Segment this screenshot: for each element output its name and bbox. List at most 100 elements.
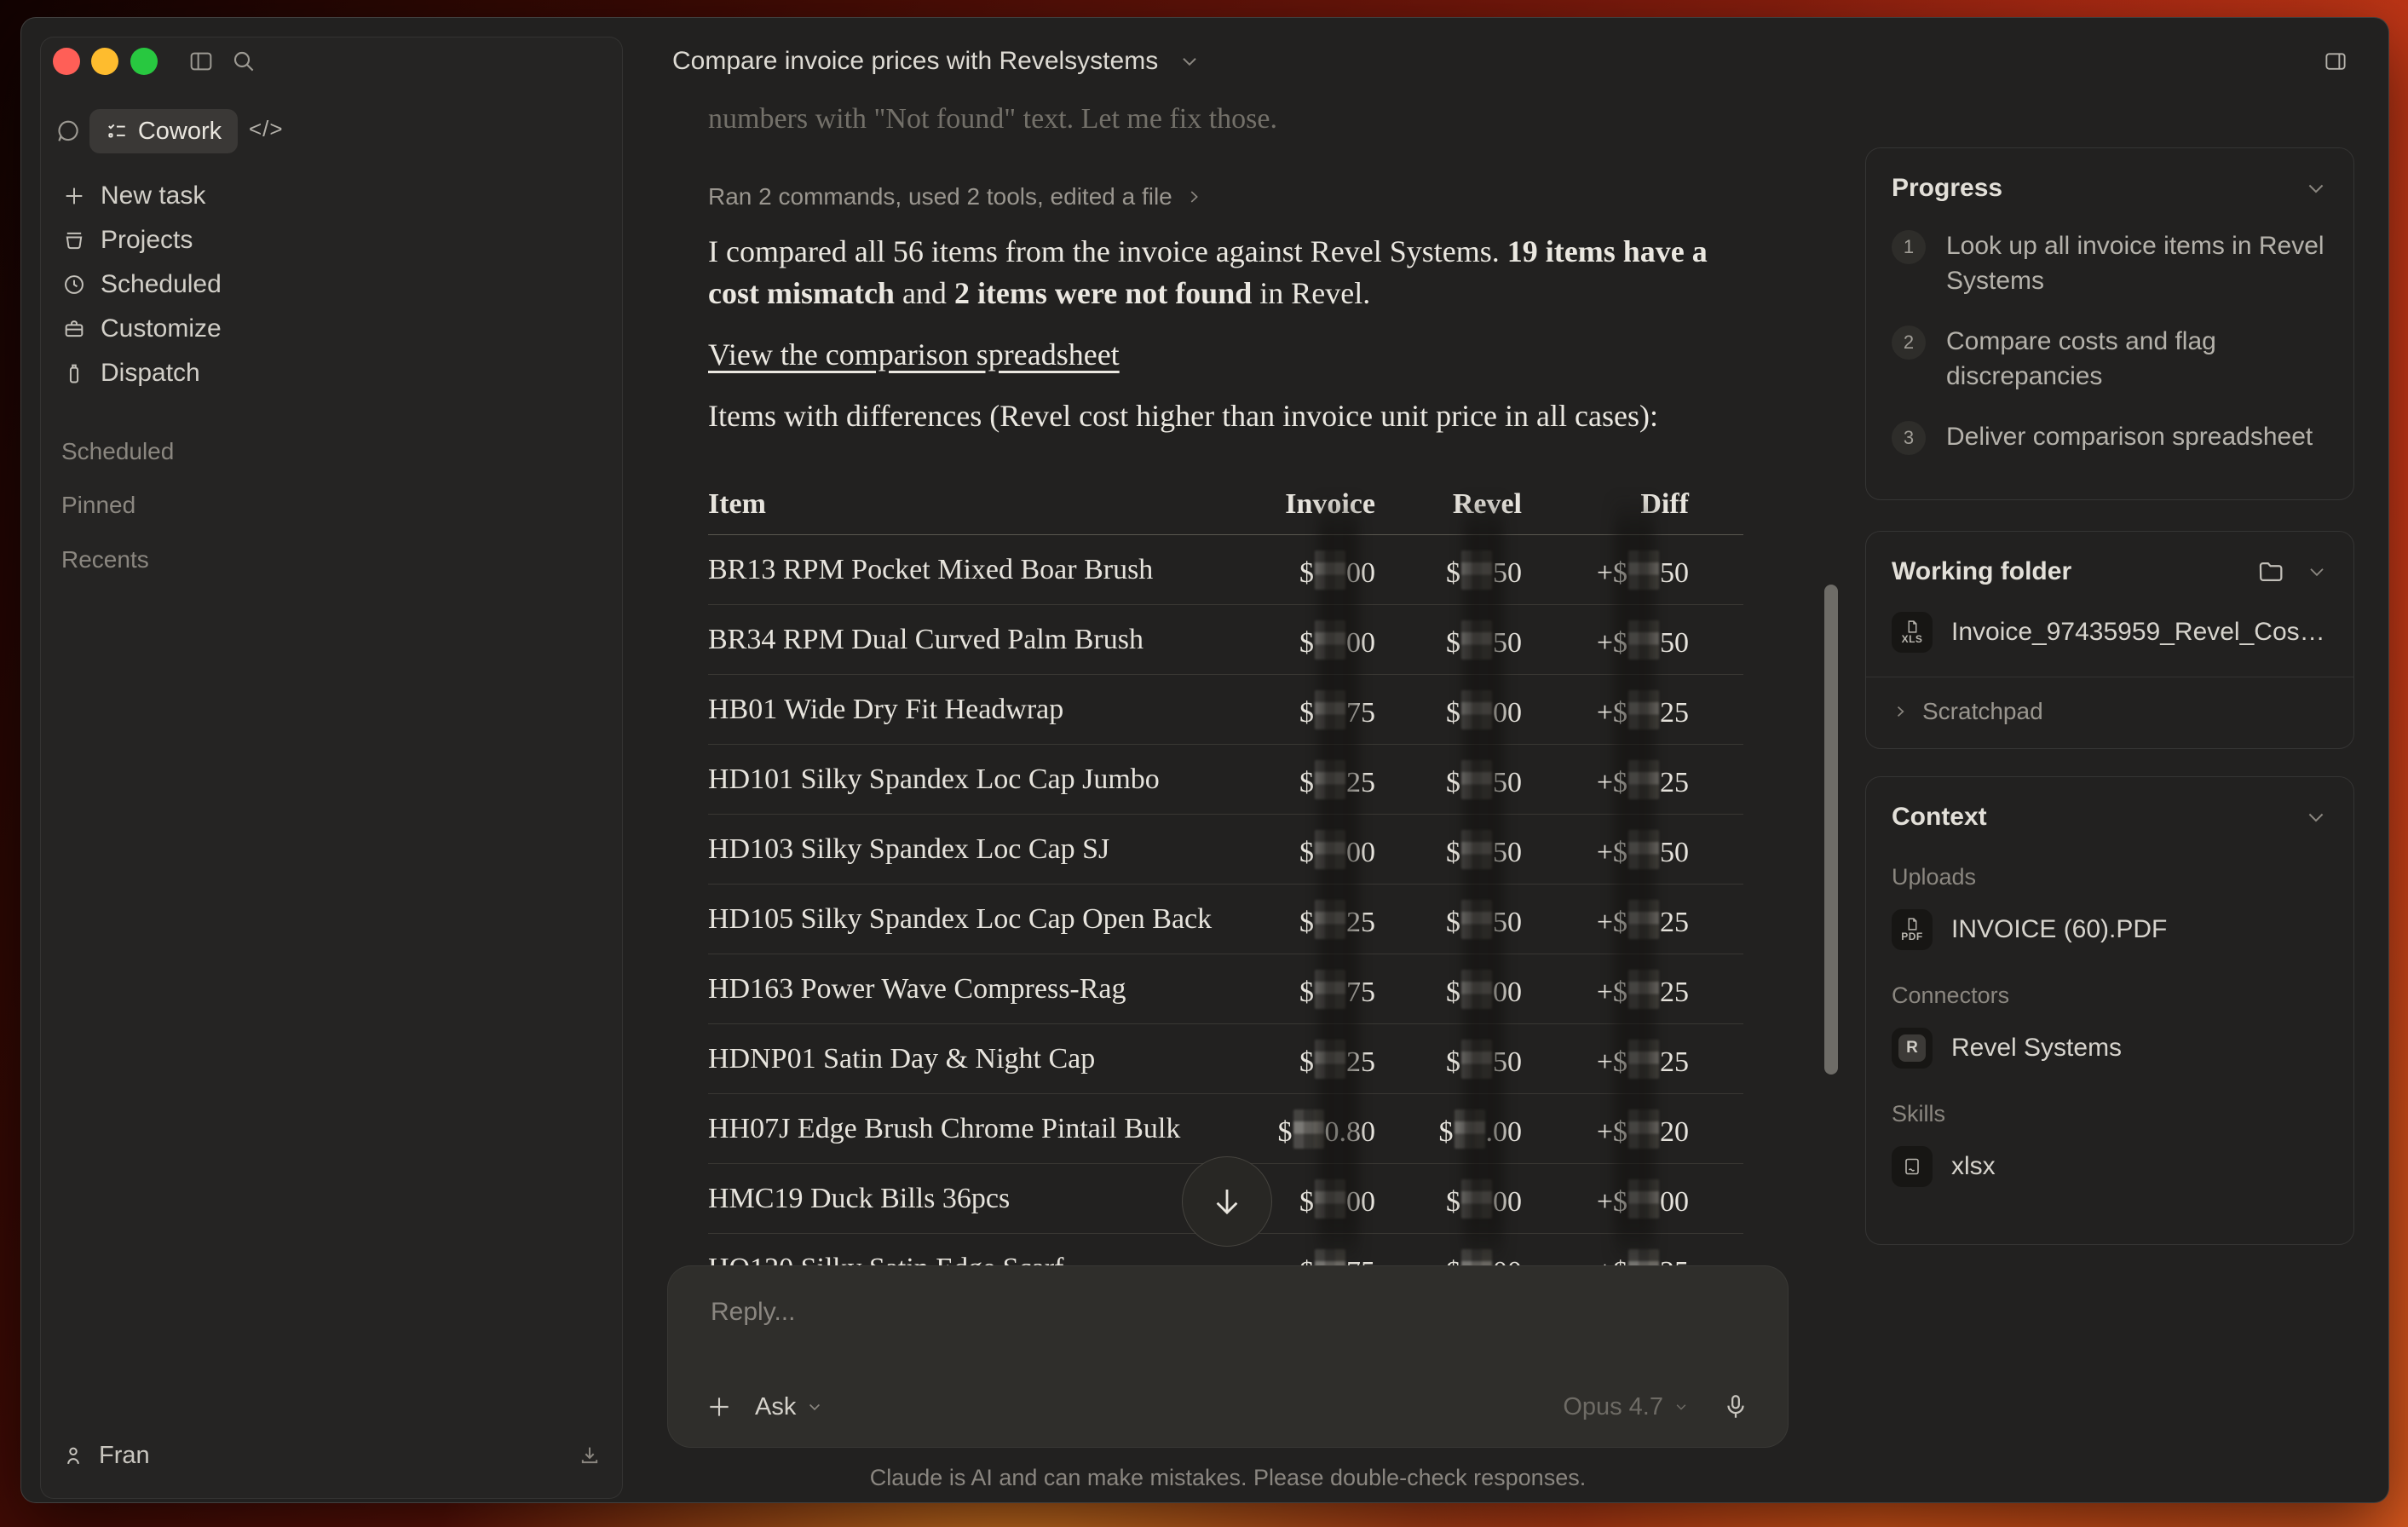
scrollbar-thumb[interactable] [1824,585,1838,1075]
pdf-file-icon: PDF [1892,909,1933,950]
skill-row[interactable]: xlsx [1892,1146,2328,1187]
spreadsheet-link[interactable]: View the comparison spreadsheet [708,337,1120,372]
redacted-digits [1461,1179,1492,1219]
xls-file-icon: XLS [1892,612,1933,653]
item-cell: HH07J Edge Brush Chrome Pintail Bulk [708,1113,1232,1145]
diff-cell: +$00 [1522,1179,1689,1219]
chevron-down-icon[interactable] [2304,176,2328,200]
sidebar-item-new-task[interactable]: New task [58,174,605,218]
summary-text: and [895,276,954,310]
item-cell: HDNP01 Satin Day & Night Cap [708,1043,1232,1075]
revel-cell: $50 [1375,760,1522,799]
table-header-row: Item Invoice Revel Diff [708,461,1743,535]
scroll-to-bottom-button[interactable] [1182,1156,1272,1247]
diff-cell: +$25 [1522,690,1689,729]
redacted-digits [1293,1109,1324,1149]
table-row: HD105 Silky Spandex Loc Cap Open Back $2… [708,885,1743,954]
search-icon[interactable] [230,48,257,75]
redacted-digits [1315,970,1345,1009]
table-row: HD163 Power Wave Compress-Rag $75 $00 +$… [708,954,1743,1024]
dispatch-vial-icon [61,361,87,385]
invoice-cell: $25 [1232,1040,1375,1079]
chat-mode-icon[interactable] [55,118,82,145]
chevron-down-icon [1674,1399,1689,1415]
section-label-recents[interactable]: Recents [61,546,149,573]
table-row: HDNP01 Satin Day & Night Cap $25 $50 +$2… [708,1024,1743,1094]
progress-card: Progress 1 Look up all invoice items in … [1865,147,2354,500]
col-header-invoice: Invoice [1232,488,1375,521]
scratchpad-label: Scratchpad [1922,698,2043,725]
chevron-down-icon[interactable] [2306,561,2328,583]
window-close-button[interactable] [53,48,80,75]
nav-label: Projects [101,226,193,255]
reply-input[interactable] [709,1297,1564,1328]
summary-text: in Revel. [1252,276,1370,310]
redacted-digits [1461,760,1492,799]
invoice-cell: $00 [1232,620,1375,660]
step-text: Look up all invoice items in Revel Syste… [1946,228,2328,298]
cowork-label: Cowork [138,118,222,146]
activity-summary[interactable]: Ran 2 commands, used 2 tools, edited a f… [708,183,1203,210]
model-selector[interactable]: Opus 4.7 [1563,1393,1689,1421]
item-cell: HD103 Silky Spandex Loc Cap SJ [708,833,1232,866]
sidebar-item-customize[interactable]: Customize [58,307,605,351]
reply-composer[interactable]: Ask Opus 4.7 [667,1265,1789,1448]
ask-label: Ask [755,1393,796,1421]
sidebar-item-projects[interactable]: Projects [58,218,605,262]
redacted-digits [1315,760,1345,799]
working-folder-card: Working folder XLS Invoice_97435959_Reve… [1865,531,2354,749]
ask-mode-dropdown[interactable]: Ask [755,1393,823,1421]
col-header-diff: Diff [1522,488,1689,521]
table-row: BR13 RPM Pocket Mixed Boar Brush $00 $50… [708,535,1743,605]
code-mode-icon[interactable]: </> [249,116,284,142]
redacted-digits [1315,620,1345,660]
progress-step: 3 Deliver comparison spreadsheet [1892,419,2328,455]
invoice-cell: $25 [1232,900,1375,939]
sidebar-item-scheduled[interactable]: Scheduled [58,262,605,307]
scratchpad-toggle[interactable]: Scratchpad [1892,698,2328,725]
revel-cell: $.00 [1375,1109,1522,1149]
download-icon[interactable] [578,1443,602,1467]
attach-plus-icon[interactable] [706,1393,733,1420]
redacted-digits [1628,550,1659,590]
upload-file-name: INVOICE (60).PDF [1951,915,2167,944]
sidebar-toggle-icon[interactable] [187,48,215,75]
sidebar: Cowork </> New task Projects Scheduled C… [40,37,623,1499]
summary-bold-notfound: 2 items were not found [954,276,1252,310]
revel-connector-icon: R [1892,1028,1933,1069]
redacted-digits [1461,900,1492,939]
redacted-digits [1628,1179,1659,1219]
upload-file-row[interactable]: PDF INVOICE (60).PDF [1892,909,2328,950]
item-cell: HB01 Wide Dry Fit Headwrap [708,694,1232,726]
table-row: HD103 Silky Spandex Loc Cap SJ $00 $50 +… [708,815,1743,885]
item-cell: HD163 Power Wave Compress-Rag [708,973,1232,1006]
folder-icon[interactable] [2256,557,2285,586]
diff-cell: +$25 [1522,760,1689,799]
cowork-mode-button[interactable]: Cowork [89,109,238,153]
sidebar-item-dispatch[interactable]: Dispatch [58,351,605,395]
working-folder-file[interactable]: XLS Invoice_97435959_Revel_Cost_... [1892,612,2328,653]
model-label: Opus 4.7 [1563,1393,1663,1421]
nav-label: Dispatch [101,359,200,388]
diff-cell: +$50 [1522,830,1689,869]
invoice-cell: $75 [1232,970,1375,1009]
invoice-cell: $00 [1232,550,1375,590]
connector-row[interactable]: R Revel Systems [1892,1028,2328,1069]
person-icon [61,1443,85,1467]
right-panel-toggle-icon[interactable] [2322,49,2349,74]
window-minimize-button[interactable] [91,48,118,75]
redacted-digits [1315,1040,1345,1079]
microphone-icon[interactable] [1721,1392,1750,1421]
revel-cell: $00 [1375,690,1522,729]
window-zoom-button[interactable] [130,48,158,75]
revel-cell: $50 [1375,550,1522,590]
nav-label: Customize [101,314,222,343]
section-label-scheduled[interactable]: Scheduled [61,438,174,465]
section-label-pinned[interactable]: Pinned [61,492,135,519]
table-intro: Items with differences (Revel cost highe… [708,398,1658,434]
assistant-summary: I compared all 56 items from the invoice… [708,231,1722,314]
chevron-down-icon[interactable] [2304,805,2328,829]
progress-step: 2 Compare costs and flag discrepancies [1892,324,2328,394]
user-row[interactable]: Fran [58,1437,602,1474]
redacted-digits [1461,1040,1492,1079]
